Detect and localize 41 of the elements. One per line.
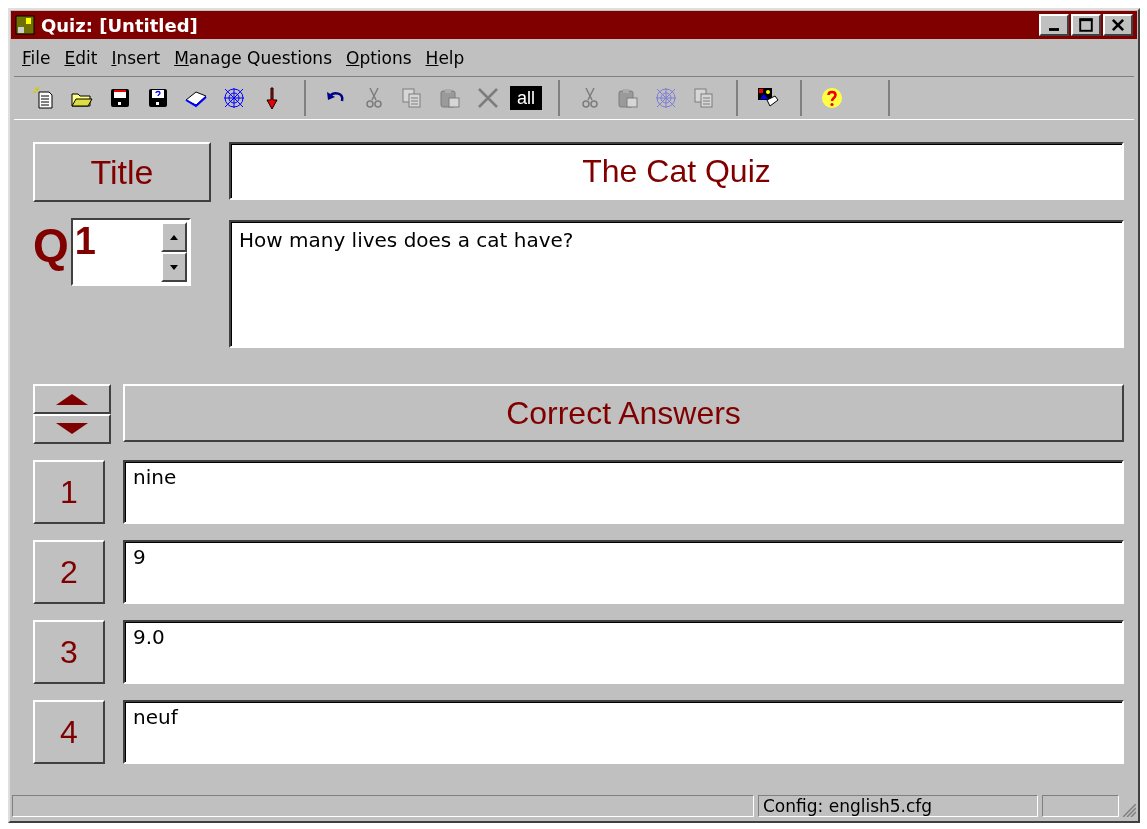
- config-status: Config: english5.cfg: [758, 795, 1038, 817]
- answer-number-button[interactable]: 1: [33, 460, 105, 524]
- spin-down-button[interactable]: [160, 252, 187, 282]
- menu-item[interactable]: Insert: [107, 48, 171, 68]
- new-document-icon[interactable]: [32, 86, 56, 110]
- answer-field[interactable]: 9: [123, 540, 1124, 604]
- answer-field[interactable]: nine: [123, 460, 1124, 524]
- resize-grip-icon[interactable]: [1123, 804, 1136, 817]
- move-down-button[interactable]: [33, 414, 111, 444]
- select-all-button[interactable]: all: [510, 86, 542, 110]
- answers-header: Correct Answers: [123, 384, 1124, 442]
- help-icon[interactable]: [820, 86, 844, 110]
- title-field[interactable]: The Cat Quiz: [229, 142, 1124, 200]
- answer-field[interactable]: neuf: [123, 700, 1124, 764]
- window-title: Quiz: [Untitled]: [41, 14, 199, 36]
- menu-item[interactable]: Manage Questions: [170, 48, 342, 68]
- floppy-disk-help-icon[interactable]: [146, 86, 170, 110]
- down-arrow-icon: [169, 264, 178, 270]
- question-label: Q: [33, 218, 69, 272]
- menu-item[interactable]: Options: [342, 48, 422, 68]
- maximize-icon: [1077, 16, 1095, 34]
- menu-item[interactable]: Edit: [60, 48, 108, 68]
- close-icon: [1109, 16, 1127, 34]
- maximize-button[interactable]: [1071, 14, 1101, 36]
- question-number-spinner[interactable]: 1: [70, 218, 191, 286]
- question-text-field[interactable]: How many lives does a cat have?: [229, 220, 1124, 348]
- up-arrow-icon: [169, 234, 178, 240]
- answer-number-button[interactable]: 2: [33, 540, 105, 604]
- spin-up-button[interactable]: [160, 222, 187, 252]
- web-icon[interactable]: [222, 86, 246, 110]
- title-label: Title: [33, 142, 211, 202]
- app-icon: [15, 15, 35, 35]
- menu-item[interactable]: File: [18, 48, 61, 68]
- menu-item[interactable]: Help: [421, 48, 475, 68]
- minimize-button[interactable]: [1039, 14, 1069, 36]
- answer-number-button[interactable]: 3: [33, 620, 105, 684]
- answer-number-button[interactable]: 4: [33, 700, 105, 764]
- close-button[interactable]: [1103, 14, 1133, 36]
- move-up-button[interactable]: [33, 384, 111, 414]
- answer-field[interactable]: 9.0: [123, 620, 1124, 684]
- minimize-icon: [1049, 28, 1059, 31]
